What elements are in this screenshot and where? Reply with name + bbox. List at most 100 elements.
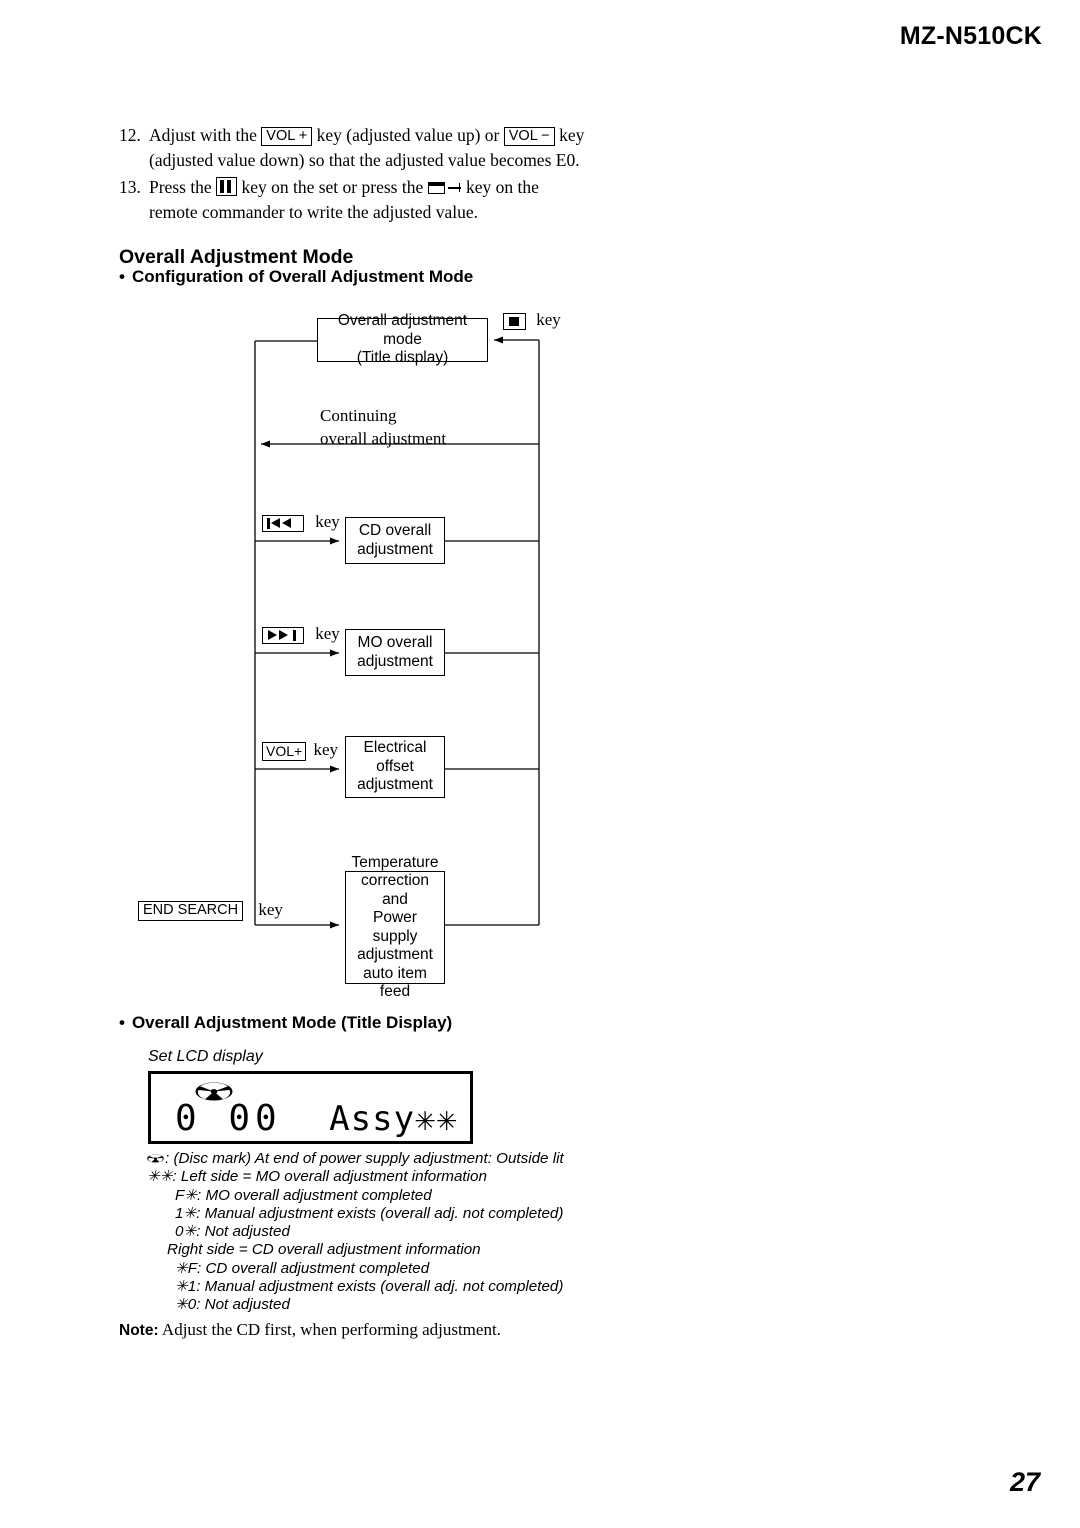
flow-box-title-line2: (Title display) — [356, 349, 449, 367]
legend-row-symbol: 0✳ — [175, 1223, 197, 1241]
legend-row-symbol: F✳ — [175, 1186, 198, 1204]
subheading-title-display-label: Overall Adjustment Mode (Title Display) — [131, 1013, 453, 1032]
flow-box-title-line1: Overall adjustment mode — [337, 312, 468, 348]
legend-row-text: : Manual adjustment exists (overall adj.… — [196, 1278, 564, 1296]
section-heading-overall-adjustment-mode: Overall Adjustment Mode — [119, 246, 354, 268]
display-key-icon — [427, 180, 462, 196]
legend-row: 0✳: Not adjusted — [147, 1223, 607, 1241]
subheading-title-display: • Overall Adjustment Mode (Title Display) — [119, 1013, 452, 1033]
subheading-configuration: • Configuration of Overall Adjustment Mod… — [119, 267, 473, 287]
arrowhead-offset — [330, 765, 339, 773]
flow-box-temp-line6: auto item feed — [363, 964, 427, 1001]
stop-key-icon — [503, 312, 526, 330]
legend-row-text: : MO overall adjustment completed — [197, 1186, 432, 1204]
legend-row-text: : (Disc mark) At end of power supply adj… — [165, 1150, 564, 1167]
flow-box-temp-line4: Power supply — [372, 909, 418, 945]
legend-row-text: Right side = CD overall adjustment infor… — [167, 1241, 481, 1259]
legend-row: : (Disc mark) At end of power supply adj… — [147, 1150, 607, 1168]
flow-box-mo-overall-adjustment: MO overall adjustment — [345, 629, 445, 676]
prev-track-key-row: key — [262, 512, 340, 532]
legend-row: ✳✳: Left side = MO overall adjustment in… — [147, 1168, 607, 1186]
subheading-configuration-label: Configuration of Overall Adjustment Mode — [131, 267, 474, 286]
arrowhead-return-to-title — [494, 336, 503, 344]
legend-row: F✳: MO overall adjustment completed — [147, 1187, 607, 1205]
flow-box-cd-line1: CD overall — [358, 522, 432, 539]
flow-box-mo-line1: MO overall — [357, 634, 433, 651]
pause-key-icon — [216, 177, 238, 196]
vol-plus-flow-icon: VOL+ — [262, 741, 307, 761]
flow-box-mo-line2: adjustment — [357, 652, 433, 670]
step-12: 12. Adjust with the VOL + key (adjusted … — [119, 123, 589, 173]
flow-box-electrical-offset-adjustment: Electrical offset adjustment — [345, 736, 445, 798]
end-search-icon: END SEARCH — [138, 901, 244, 922]
legend-row-text: : Not adjusted — [196, 1296, 290, 1314]
lcd-caption: Set LCD display — [148, 1048, 263, 1065]
next-track-key-label: key — [315, 624, 340, 643]
flow-label-continuing-line2: overall adjustment — [320, 429, 447, 448]
lcd-left-segment: 0 00 — [175, 1098, 282, 1139]
lcd-legend: : (Disc mark) At end of power supply adj… — [147, 1150, 607, 1315]
step-13: 13. Press the key on the set or press th… — [119, 175, 589, 225]
end-search-key-label: key — [258, 900, 283, 919]
lcd-right-segment: Assy✳✳ — [329, 1099, 458, 1139]
legend-row-text: : Manual adjustment exists (overall adj.… — [196, 1204, 564, 1222]
procedure-steps: 12. Adjust with the VOL + key (adjusted … — [119, 123, 589, 227]
arrowhead-continuing — [261, 440, 270, 448]
legend-row: ✳F: CD overall adjustment completed — [147, 1260, 607, 1278]
flow-box-offset-line3: adjustment — [357, 776, 433, 794]
legend-row: ✳1: Manual adjustment exists (overall ad… — [147, 1278, 607, 1296]
step-13-number: 13. — [119, 177, 141, 197]
step-12-text-part2: key (adjusted value up) or — [316, 125, 500, 145]
disc-mark-icon-small — [147, 1154, 164, 1163]
step-12-number: 12. — [119, 125, 141, 145]
bullet-marker-2: • — [119, 1013, 125, 1032]
arrowhead-temp — [330, 921, 339, 929]
legend-row-text: : Not adjusted — [196, 1223, 290, 1241]
flow-label-continuing: Continuing overall adjustment — [320, 404, 446, 450]
arrowhead-mo — [330, 649, 339, 657]
page-number: 27 — [1009, 1467, 1040, 1497]
vol-plus-key-icon: VOL + — [261, 127, 313, 146]
legend-row-symbol: ✳F — [175, 1259, 198, 1277]
bullet-marker: • — [119, 267, 125, 286]
flow-box-cd-overall-adjustment: CD overall adjustment — [345, 517, 445, 564]
lcd-display-panel: 0 00 Assy✳✳ — [148, 1071, 473, 1144]
legend-row-symbol: 1✳ — [175, 1204, 197, 1222]
stop-key-row: key — [503, 310, 561, 330]
flow-box-temp-line1: Temperature — [351, 853, 439, 871]
flow-box-offset-line2: offset — [376, 757, 414, 775]
vol-plus-key-label: key — [313, 740, 338, 759]
legend-row: ✳0: Not adjusted — [147, 1296, 607, 1314]
flow-box-temp-line2: correction — [360, 872, 430, 889]
next-track-icon — [262, 626, 304, 644]
flow-box-cd-line2: adjustment — [357, 540, 433, 558]
flow-box-temp-line3: and — [382, 890, 408, 908]
legend-row: Right side = CD overall adjustment infor… — [147, 1241, 607, 1259]
next-track-key-row: key — [262, 624, 340, 644]
stop-key-label: key — [536, 310, 561, 329]
legend-row-symbol: ✳0 — [175, 1296, 197, 1314]
vol-plus-key-row: VOL+ key — [262, 740, 338, 761]
step-12-text-part1: Adjust with the — [149, 125, 257, 145]
flow-box-offset-line1: Electrical — [363, 739, 427, 757]
legend-row-symbol: ✳1 — [175, 1278, 197, 1296]
legend-row-symbol: ✳✳ — [147, 1168, 173, 1186]
note-label: Note: — [119, 1322, 159, 1339]
note-block: Note: Adjust the CD first, when performi… — [119, 1320, 679, 1340]
page-header-model: MZ-N510CK — [899, 22, 1042, 50]
legend-row-text: : Left side = MO overall adjustment info… — [172, 1168, 487, 1186]
flow-box-overall-adjustment-mode: Overall adjustment mode (Title display) — [317, 312, 488, 366]
prev-track-key-label: key — [315, 512, 340, 531]
prev-track-icon — [262, 514, 304, 532]
flow-box-temp-line5: adjustment — [357, 946, 433, 963]
arrowhead-cd — [330, 537, 339, 545]
end-search-key-row: END SEARCH key — [138, 900, 283, 922]
step-13-text-part1: Press the — [149, 177, 212, 197]
step-13-text-part2: key on the set or press the — [241, 177, 424, 197]
vol-minus-key-icon: VOL − — [503, 127, 555, 146]
note-text: Adjust the CD first, when performing adj… — [158, 1320, 501, 1339]
legend-row: 1✳: Manual adjustment exists (overall ad… — [147, 1205, 607, 1223]
legend-row-text: : CD overall adjustment completed — [197, 1259, 430, 1277]
flow-box-temperature-power-supply: Temperature correction and Power supply … — [345, 854, 445, 1000]
flow-label-continuing-line1: Continuing — [320, 406, 397, 425]
